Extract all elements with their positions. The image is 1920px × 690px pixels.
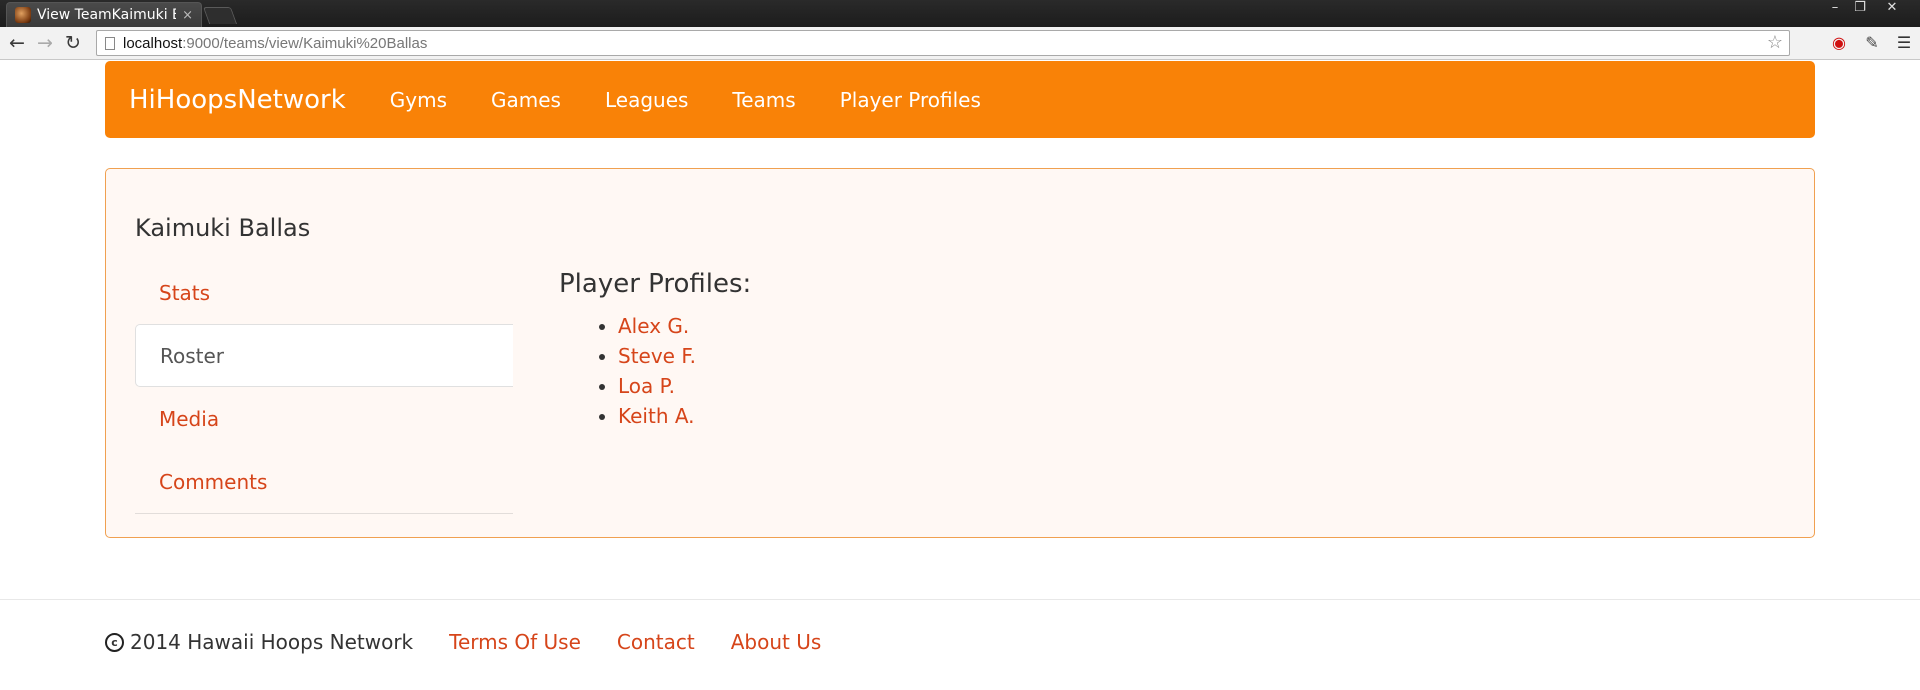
tab-media[interactable]: Media [135, 387, 513, 450]
bookmark-star-icon[interactable]: ☆ [1767, 32, 1783, 53]
team-title: Kaimuki Ballas [135, 214, 311, 242]
url-host: localhost [123, 34, 183, 52]
pen-extension-icon[interactable]: ✎ [1861, 32, 1883, 54]
reload-icon[interactable]: ↻ [60, 30, 86, 56]
list-item: Loa P. [618, 371, 751, 401]
player-link[interactable]: Alex G. [618, 314, 689, 338]
site-navbar: HiHoopsNetwork Gyms Games Leagues Teams … [105, 61, 1815, 138]
team-panel: Kaimuki Ballas Stats Roster Media Commen… [105, 168, 1815, 538]
roster-heading: Player Profiles: [559, 269, 752, 299]
brand-link[interactable]: HiHoopsNetwork [129, 85, 346, 115]
browser-tab[interactable]: View TeamKaimuki B × [6, 2, 202, 27]
window-minimize-button[interactable]: – [1823, 0, 1847, 18]
nav-games[interactable]: Games [469, 88, 583, 112]
tab-stats[interactable]: Stats [135, 261, 513, 324]
nav-player-profiles[interactable]: Player Profiles [818, 88, 1003, 112]
tabs-divider [135, 513, 513, 514]
window-close-button[interactable]: ✕ [1880, 0, 1904, 18]
list-item: Steve F. [618, 341, 751, 371]
window-restore-button[interactable]: ❐ [1848, 0, 1872, 18]
player-link[interactable]: Steve F. [618, 344, 696, 368]
new-tab-button[interactable] [202, 7, 238, 24]
player-link[interactable]: Loa P. [618, 374, 675, 398]
site-favicon-icon [15, 7, 31, 23]
footer-about-link[interactable]: About Us [731, 630, 822, 654]
copyright-icon: c [105, 632, 124, 652]
menu-icon[interactable]: ☰ [1893, 32, 1915, 54]
nav-leagues[interactable]: Leagues [583, 88, 710, 112]
nav-gyms[interactable]: Gyms [368, 88, 469, 112]
address-bar[interactable]: localhost:9000/teams/view/Kaimuki%20Ball… [96, 30, 1790, 56]
footer-contact-link[interactable]: Contact [617, 630, 695, 654]
tab-close-icon[interactable]: × [182, 8, 193, 23]
tab-roster[interactable]: Roster [135, 324, 513, 387]
tab-title: View TeamKaimuki B [37, 7, 177, 23]
adblock-extension-icon[interactable]: ◉ [1828, 32, 1850, 54]
page-icon [105, 36, 115, 50]
roster-section: Player Profiles: Alex G. Steve F. Loa P.… [559, 269, 751, 431]
footer: c 2014 Hawaii Hoops Network Terms Of Use… [105, 630, 821, 654]
browser-tabstrip: View TeamKaimuki B × – ❐ ✕ [0, 0, 1920, 27]
back-arrow-icon[interactable]: ← [4, 30, 30, 56]
forward-arrow-icon[interactable]: → [32, 30, 58, 56]
list-item: Keith A. [618, 401, 751, 431]
footer-divider [0, 599, 1920, 600]
nav-teams[interactable]: Teams [710, 88, 817, 112]
player-list: Alex G. Steve F. Loa P. Keith A. [559, 311, 751, 431]
player-link[interactable]: Keith A. [618, 404, 695, 428]
footer-terms-link[interactable]: Terms Of Use [449, 630, 581, 654]
list-item: Alex G. [618, 311, 751, 341]
copyright-text: 2014 Hawaii Hoops Network [130, 630, 414, 654]
tab-comments[interactable]: Comments [135, 450, 513, 513]
team-tabs: Stats Roster Media Comments [135, 261, 513, 514]
url-path: :9000/teams/view/Kaimuki%20Ballas [182, 34, 428, 52]
